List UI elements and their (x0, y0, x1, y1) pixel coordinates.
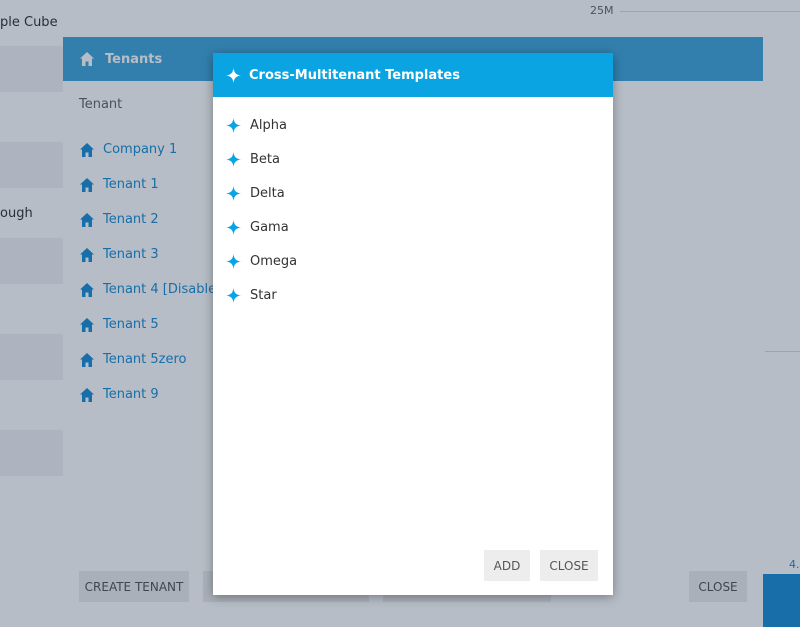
template-item-label: Delta (250, 185, 285, 201)
template-item[interactable]: Star (226, 278, 297, 312)
template-list: Alpha Beta Delta Gama Omega Star (226, 108, 297, 312)
add-button[interactable]: ADD (484, 550, 530, 581)
sparkle-star-icon (226, 117, 241, 133)
template-item-label: Beta (250, 151, 280, 167)
close-button[interactable]: CLOSE (540, 550, 598, 581)
template-item[interactable]: Beta (226, 142, 297, 176)
sparkle-star-icon (226, 185, 241, 201)
template-item[interactable]: Delta (226, 176, 297, 210)
dialog-header: Cross-Multitenant Templates (213, 53, 613, 97)
template-item[interactable]: Alpha (226, 108, 297, 142)
template-item-label: Omega (250, 253, 298, 269)
sparkle-star-icon (226, 219, 241, 235)
template-item-label: Alpha (250, 117, 287, 133)
sparkle-star-icon (226, 67, 241, 83)
sparkle-star-icon (226, 151, 241, 167)
sparkle-star-icon (226, 253, 241, 269)
template-item-label: Gama (250, 219, 289, 235)
sparkle-star-icon (226, 287, 241, 303)
dialog-title: Cross-Multitenant Templates (249, 67, 460, 83)
cross-multitenant-templates-dialog: Cross-Multitenant Templates Alpha Beta D… (213, 53, 613, 595)
template-item-label: Star (250, 287, 277, 303)
template-item[interactable]: Omega (226, 244, 297, 278)
template-item[interactable]: Gama (226, 210, 297, 244)
